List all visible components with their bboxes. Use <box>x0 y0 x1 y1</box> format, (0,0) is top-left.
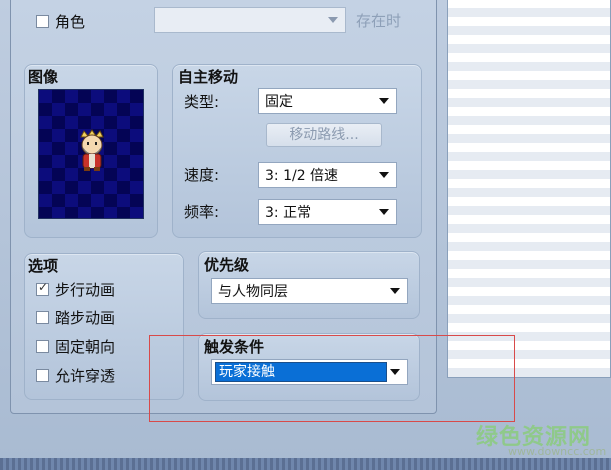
save-label: 存在时 <box>356 12 402 30</box>
role-dropdown[interactable] <box>154 7 346 33</box>
chevron-down-icon <box>390 288 400 294</box>
walk-anim-checkbox[interactable] <box>36 280 49 296</box>
option-walk-anim[interactable]: 步行动画 <box>36 279 115 300</box>
options-panel-title: 选项 <box>28 257 59 275</box>
role-checkbox[interactable] <box>36 15 49 28</box>
option-through[interactable]: 允许穿透 <box>36 365 115 386</box>
option-label: 踏步动画 <box>55 309 116 327</box>
frequency-label: 频率: <box>184 203 220 221</box>
movement-panel-title: 自主移动 <box>178 68 239 86</box>
option-label: 步行动画 <box>55 281 116 299</box>
highlight-annotation <box>149 335 515 422</box>
speed-value: 3: 1/2 倍速 <box>265 168 339 184</box>
image-panel-title: 图像 <box>28 68 59 86</box>
chevron-down-icon <box>379 209 389 215</box>
chevron-down-icon <box>379 172 389 178</box>
watermark-url: www.downcc.com <box>508 445 607 458</box>
type-value: 固定 <box>265 94 293 110</box>
speed-label: 速度: <box>184 166 220 184</box>
frequency-dropdown[interactable]: 3: 正常 <box>258 199 397 225</box>
bottom-band <box>0 458 611 470</box>
type-dropdown[interactable]: 固定 <box>258 88 397 114</box>
option-step-anim[interactable]: 踏步动画 <box>36 307 115 328</box>
role-checkbox-label: 角色 <box>55 13 86 31</box>
priority-value: 与人物同层 <box>218 284 288 300</box>
priority-dropdown[interactable]: 与人物同层 <box>211 278 408 304</box>
option-label: 固定朝向 <box>55 338 116 356</box>
sprite-preview[interactable] <box>38 89 144 219</box>
speed-dropdown[interactable]: 3: 1/2 倍速 <box>258 162 397 188</box>
step-anim-checkbox[interactable] <box>36 311 49 324</box>
role-checkbox-row[interactable]: 角色 <box>36 11 85 32</box>
frequency-value: 3: 正常 <box>265 205 312 221</box>
event-list-pane[interactable] <box>447 0 611 378</box>
character-sprite-icon <box>80 129 104 171</box>
option-fixed-direction[interactable]: 固定朝向 <box>36 336 115 357</box>
priority-panel-title: 优先级 <box>204 256 250 274</box>
chevron-down-icon <box>328 17 338 23</box>
move-route-button[interactable]: 移动路线... <box>266 123 382 147</box>
fixed-direction-checkbox[interactable] <box>36 340 49 353</box>
chevron-down-icon <box>379 98 389 104</box>
through-checkbox[interactable] <box>36 369 49 382</box>
option-label: 允许穿透 <box>55 367 116 385</box>
type-label: 类型: <box>184 93 220 111</box>
